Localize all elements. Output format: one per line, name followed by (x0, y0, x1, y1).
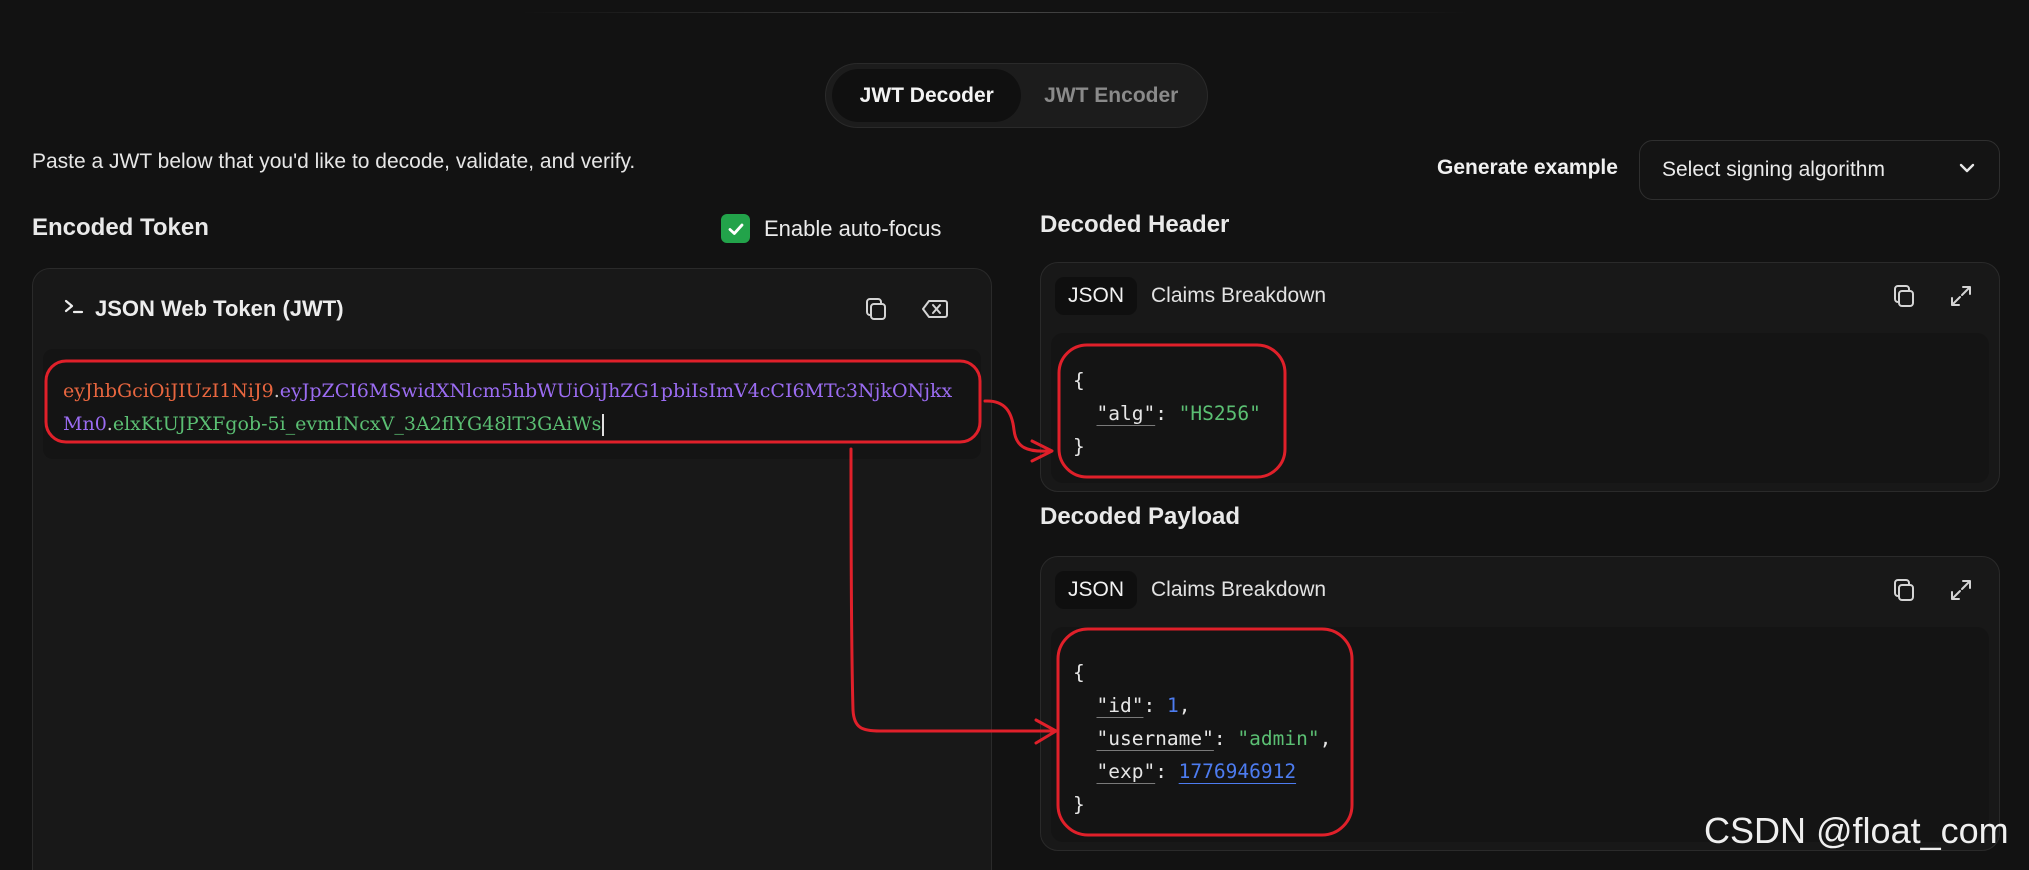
decoded-header-toolbar: JSON Claims Breakdown (1041, 263, 1999, 329)
check-icon (728, 223, 743, 235)
token-header-part: eyJhbGciOiJIUzI1NiJ9 (63, 380, 274, 402)
token-input[interactable]: eyJhbGciOiJIUzI1NiJ9.eyJpZCI6MSwidXNlcm5… (63, 375, 963, 441)
clear-icon[interactable] (918, 292, 952, 326)
json-key-exp: "exp" (1096, 760, 1156, 783)
tab-json[interactable]: JSON (1055, 571, 1138, 609)
tab-claims-breakdown[interactable]: Claims Breakdown (1151, 284, 1326, 308)
copy-icon[interactable] (1887, 279, 1921, 313)
json-comma: , (1178, 694, 1191, 717)
arrow-to-header (983, 399, 1050, 453)
tab-jwt-decoder[interactable]: JWT Decoder (832, 69, 1022, 122)
autofocus-label: Enable auto-focus (764, 215, 942, 241)
decoded-header-panel: JSON Claims Breakdown { "alg": "HS256" } (1040, 262, 2000, 492)
json-colon: : (1155, 402, 1179, 425)
brace-close: } (1073, 793, 1085, 816)
json-comma: , (1319, 727, 1332, 750)
encoded-panel-title: JSON Web Token (JWT) (95, 296, 344, 321)
signing-algorithm-select[interactable]: Select signing algorithm (1639, 140, 2000, 200)
text-caret (602, 414, 605, 436)
json-key-username: "username" (1096, 727, 1214, 750)
json-value-username: "admin" (1237, 727, 1320, 750)
chevron-down-icon (1957, 158, 1977, 183)
signing-algorithm-value: Select signing algorithm (1662, 158, 1885, 181)
autofocus-checkbox[interactable] (721, 214, 750, 243)
copy-icon[interactable] (859, 292, 893, 326)
terminal-icon (63, 296, 85, 322)
decoded-payload-title: Decoded Payload (1040, 503, 1241, 530)
json-colon: : (1143, 694, 1167, 717)
expand-icon[interactable] (1944, 279, 1978, 313)
watermark: CSDN @float_com (1704, 810, 2009, 851)
brace-close: } (1073, 435, 1085, 458)
json-colon: : (1155, 760, 1179, 783)
json-value-alg: "HS256" (1178, 402, 1261, 425)
payload-json: { "id": 1, "username": "admin", "exp": 1… (1073, 656, 1331, 821)
json-key-id: "id" (1096, 694, 1144, 717)
decoded-payload-toolbar: JSON Claims Breakdown (1041, 557, 1999, 623)
json-value-exp[interactable]: 1776946912 (1179, 760, 1296, 783)
json-colon: : (1213, 727, 1238, 750)
mode-toggle: JWT Decoder JWT Encoder (825, 63, 1208, 128)
decoded-header-title: Decoded Header (1040, 211, 1230, 238)
top-divider (520, 12, 1470, 13)
tab-claims-breakdown[interactable]: Claims Breakdown (1151, 578, 1326, 602)
decoded-payload-panel: JSON Claims Breakdown { "id": 1, "userna… (1040, 556, 2000, 851)
expand-icon[interactable] (1944, 573, 1978, 607)
intro-text: Paste a JWT below that you'd like to dec… (32, 150, 636, 173)
encoded-panel-header: JSON Web Token (JWT) (33, 269, 991, 349)
header-json: { "alg": "HS256" } (1073, 364, 1261, 463)
json-key-alg: "alg" (1096, 402, 1156, 425)
generate-example-label: Generate example (1437, 156, 1618, 179)
encoded-token-panel: JSON Web Token (JWT) eyJhbGciOiJIUzI1NiJ… (32, 268, 992, 870)
brace-open: { (1073, 661, 1085, 684)
encoded-token-title: Encoded Token (32, 214, 209, 241)
tab-json[interactable]: JSON (1055, 277, 1138, 315)
tab-jwt-encoder[interactable]: JWT Encoder (1021, 69, 1201, 122)
brace-open: { (1073, 369, 1085, 392)
token-signature-part: elxKtUJPXFgob-5i_evmINcxV_3A2flYG48lT3GA… (112, 413, 602, 435)
autofocus-toggle[interactable]: Enable auto-focus (721, 214, 941, 243)
copy-icon[interactable] (1887, 573, 1921, 607)
json-value-id: 1 (1166, 694, 1179, 717)
